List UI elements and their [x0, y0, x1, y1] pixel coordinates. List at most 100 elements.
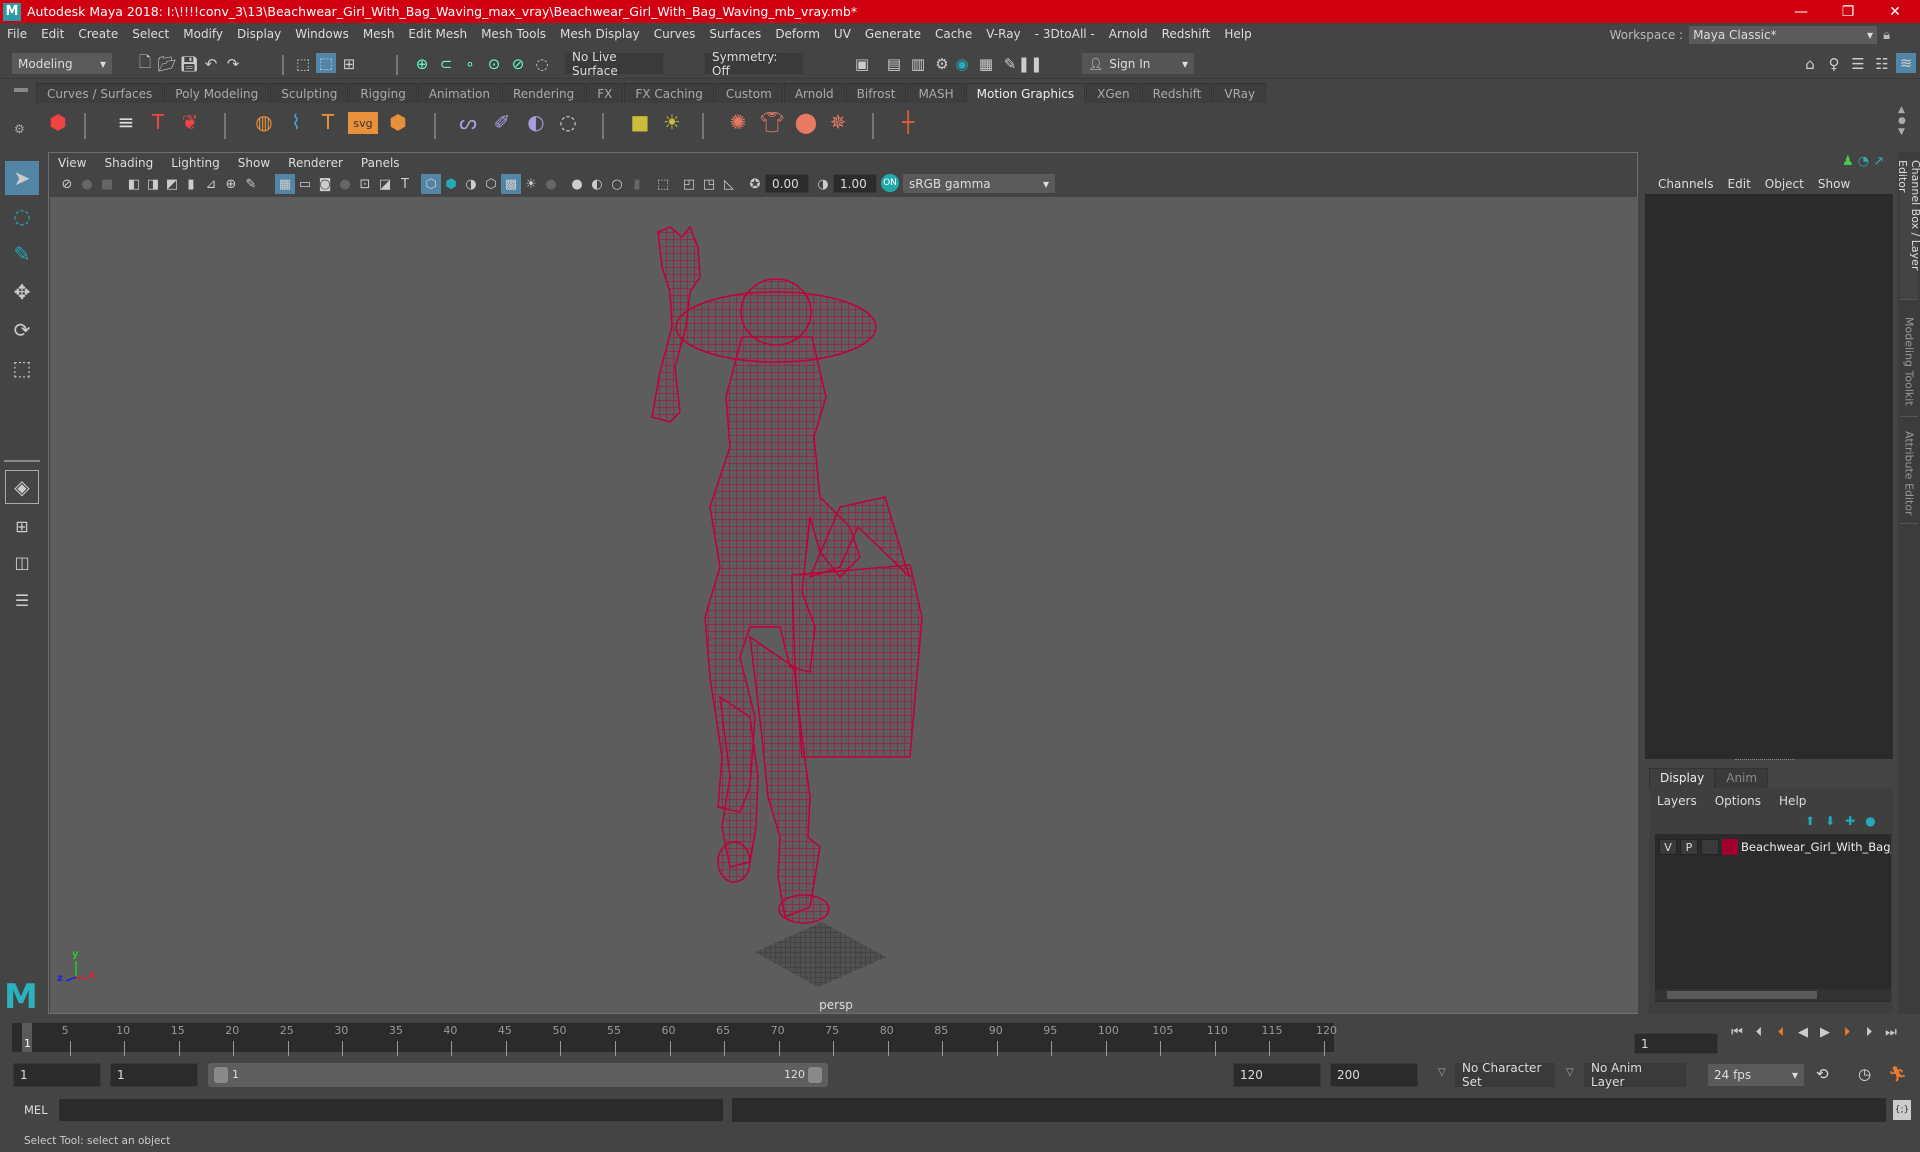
shelf-tab-arnold[interactable]: Arnold: [783, 83, 845, 103]
select-by-component-icon[interactable]: ⊞: [339, 54, 359, 74]
snap-to-curve-icon[interactable]: ⊂: [436, 54, 456, 74]
pencil-icon[interactable]: ✎: [241, 174, 261, 194]
shelf-tab-redshift[interactable]: Redshift: [1141, 83, 1213, 103]
script-editor-icon[interactable]: {;}: [1893, 1100, 1911, 1120]
exposure-field[interactable]: 0.00: [765, 174, 809, 193]
menu-mesh[interactable]: Mesh: [356, 27, 402, 41]
menu-help[interactable]: Help: [1217, 27, 1258, 41]
anti-aliasing-icon[interactable]: ○: [607, 174, 627, 194]
menu-redshift[interactable]: Redshift: [1155, 27, 1218, 41]
menu-modify[interactable]: Modify: [176, 27, 230, 41]
lock-camera-icon[interactable]: ▮: [181, 174, 201, 194]
menu-select[interactable]: Select: [125, 27, 176, 41]
viewport-menu-show[interactable]: Show: [229, 156, 279, 170]
menu-generate[interactable]: Generate: [858, 27, 928, 41]
channel-box-menu-show[interactable]: Show: [1811, 177, 1857, 191]
layer-name[interactable]: Beachwear_Girl_With_Bag_Waving: [1741, 840, 1891, 854]
tool-settings-icon[interactable]: ☷: [1872, 54, 1892, 74]
camera-icon[interactable]: ■: [626, 108, 654, 136]
svg-icon[interactable]: svg: [348, 112, 378, 134]
shelf-settings-icon[interactable]: ⚙: [14, 122, 25, 136]
wand-icon[interactable]: ✐: [488, 108, 516, 136]
workspace-dropdown[interactable]: Maya Classic* ▾: [1689, 26, 1878, 44]
motion-graphics-cube-icon[interactable]: ⬢: [44, 108, 72, 136]
layer-menu-help[interactable]: Help: [1779, 794, 1806, 808]
layer-row[interactable]: V P Beachwear_Girl_With_Bag_Waving: [1655, 836, 1891, 858]
layer-tab-anim[interactable]: Anim: [1715, 768, 1769, 788]
default-material-icon[interactable]: ◑: [461, 174, 481, 194]
single-view-layout-icon[interactable]: ◈: [5, 470, 39, 504]
cross-icon[interactable]: ┼: [894, 108, 922, 136]
emitter-icon[interactable]: ✺: [724, 108, 752, 136]
gate-mask-icon[interactable]: ●: [335, 174, 355, 194]
new-layer-selected-icon[interactable]: ●: [1865, 814, 1875, 828]
shelf-tab-custom[interactable]: Custom: [714, 83, 783, 103]
3d-viewport[interactable]: persp y x z: [50, 197, 1638, 1013]
four-view-layout-icon[interactable]: ⊞: [5, 509, 39, 543]
auto-key-icon[interactable]: ◷: [1858, 1065, 1871, 1083]
scale-tool-icon[interactable]: ⬚: [5, 351, 39, 385]
range-end-handle[interactable]: [808, 1067, 822, 1083]
exposure-icon[interactable]: ✪: [745, 174, 765, 194]
shelf-tab-animation[interactable]: Animation: [417, 83, 501, 103]
manipulator-icon[interactable]: ♟: [1842, 154, 1854, 169]
bookmarks-icon[interactable]: ■: [97, 174, 117, 194]
isolate-select-icon[interactable]: ⬚: [653, 174, 673, 194]
bubbles-icon[interactable]: ❦: [176, 108, 204, 136]
layer-tab-display[interactable]: Display: [1649, 768, 1716, 788]
grid-icon[interactable]: ▦: [275, 174, 295, 194]
box-icon[interactable]: ⬢: [384, 108, 412, 136]
render-icon[interactable]: ▤: [884, 54, 904, 74]
speed-icon[interactable]: ◔: [1858, 154, 1869, 169]
backface-icon[interactable]: ◺: [719, 174, 739, 194]
menu-curves[interactable]: Curves: [647, 27, 703, 41]
lock-icon[interactable]: 🔒︎: [1883, 28, 1890, 43]
minimize-button[interactable]: —: [1778, 0, 1824, 23]
play-backwards-icon[interactable]: ◀: [1794, 1025, 1812, 1040]
new-layer-icon[interactable]: ✚: [1845, 814, 1855, 828]
render-view-icon[interactable]: ▣: [852, 54, 872, 74]
grease-pencil-icon[interactable]: ◩: [162, 174, 182, 194]
close-button[interactable]: ✕: [1872, 0, 1918, 23]
move-tool-icon[interactable]: ✥: [5, 275, 39, 309]
shirt-icon[interactable]: 👕︎: [758, 108, 786, 136]
text-icon[interactable]: T: [314, 108, 342, 136]
redo-icon[interactable]: ↷: [223, 54, 243, 74]
textured-icon[interactable]: ▩: [501, 174, 521, 194]
playback-start-field[interactable]: 1: [110, 1063, 198, 1087]
step-forward-key-icon[interactable]: ⏵: [1860, 1025, 1878, 1040]
depth-of-field-icon[interactable]: ▮: [627, 174, 647, 194]
layer-menu-options[interactable]: Options: [1715, 794, 1761, 808]
camera-attributes-icon[interactable]: ●: [77, 174, 97, 194]
sphere-icon[interactable]: ◍: [250, 108, 278, 136]
select-tool-icon[interactable]: ➤: [5, 161, 39, 195]
range-bar[interactable]: 1 120: [208, 1063, 828, 1087]
visibility-toggle[interactable]: V: [1659, 839, 1677, 855]
loop-icon[interactable]: ◐: [522, 108, 550, 136]
screen-space-ao-icon[interactable]: ●: [567, 174, 587, 194]
human-ik-icon[interactable]: ♀: [1824, 54, 1844, 74]
shelf-tab-mash[interactable]: MASH: [907, 83, 965, 103]
2d-pan-zoom-icon[interactable]: ◨: [143, 174, 163, 194]
color-management-toggle[interactable]: ON: [881, 174, 899, 192]
modeling-toolkit-icon[interactable]: ⌂: [1800, 54, 1820, 74]
live-surface-field[interactable]: No Live Surface: [565, 50, 663, 78]
viewport-menu-lighting[interactable]: Lighting: [162, 156, 229, 170]
step-back-frame-icon[interactable]: ⏴: [1772, 1025, 1790, 1040]
menu-arnold[interactable]: Arnold: [1102, 27, 1155, 41]
shelf-scroll[interactable]: ▲ ● ▼: [1898, 105, 1908, 139]
menu-display[interactable]: Display: [230, 27, 288, 41]
shadows-icon[interactable]: ●: [541, 174, 561, 194]
range-start-handle[interactable]: [214, 1067, 228, 1083]
lasso-tool-icon[interactable]: ◌: [5, 199, 39, 233]
step-forward-frame-icon[interactable]: ⏵: [1838, 1025, 1856, 1040]
gamma-icon[interactable]: ◑: [813, 174, 833, 194]
move-layer-down-icon[interactable]: ⬇: [1825, 814, 1835, 828]
command-input[interactable]: [59, 1099, 723, 1121]
viewport-menu-panels[interactable]: Panels: [352, 156, 409, 170]
list-icon[interactable]: ≡: [112, 108, 140, 136]
graph-icon[interactable]: ↗: [1873, 154, 1884, 169]
gamma-field[interactable]: 1.00: [833, 174, 877, 193]
pin-icon[interactable]: ⬤: [792, 108, 820, 136]
isolate-icon[interactable]: ⊕: [221, 174, 241, 194]
